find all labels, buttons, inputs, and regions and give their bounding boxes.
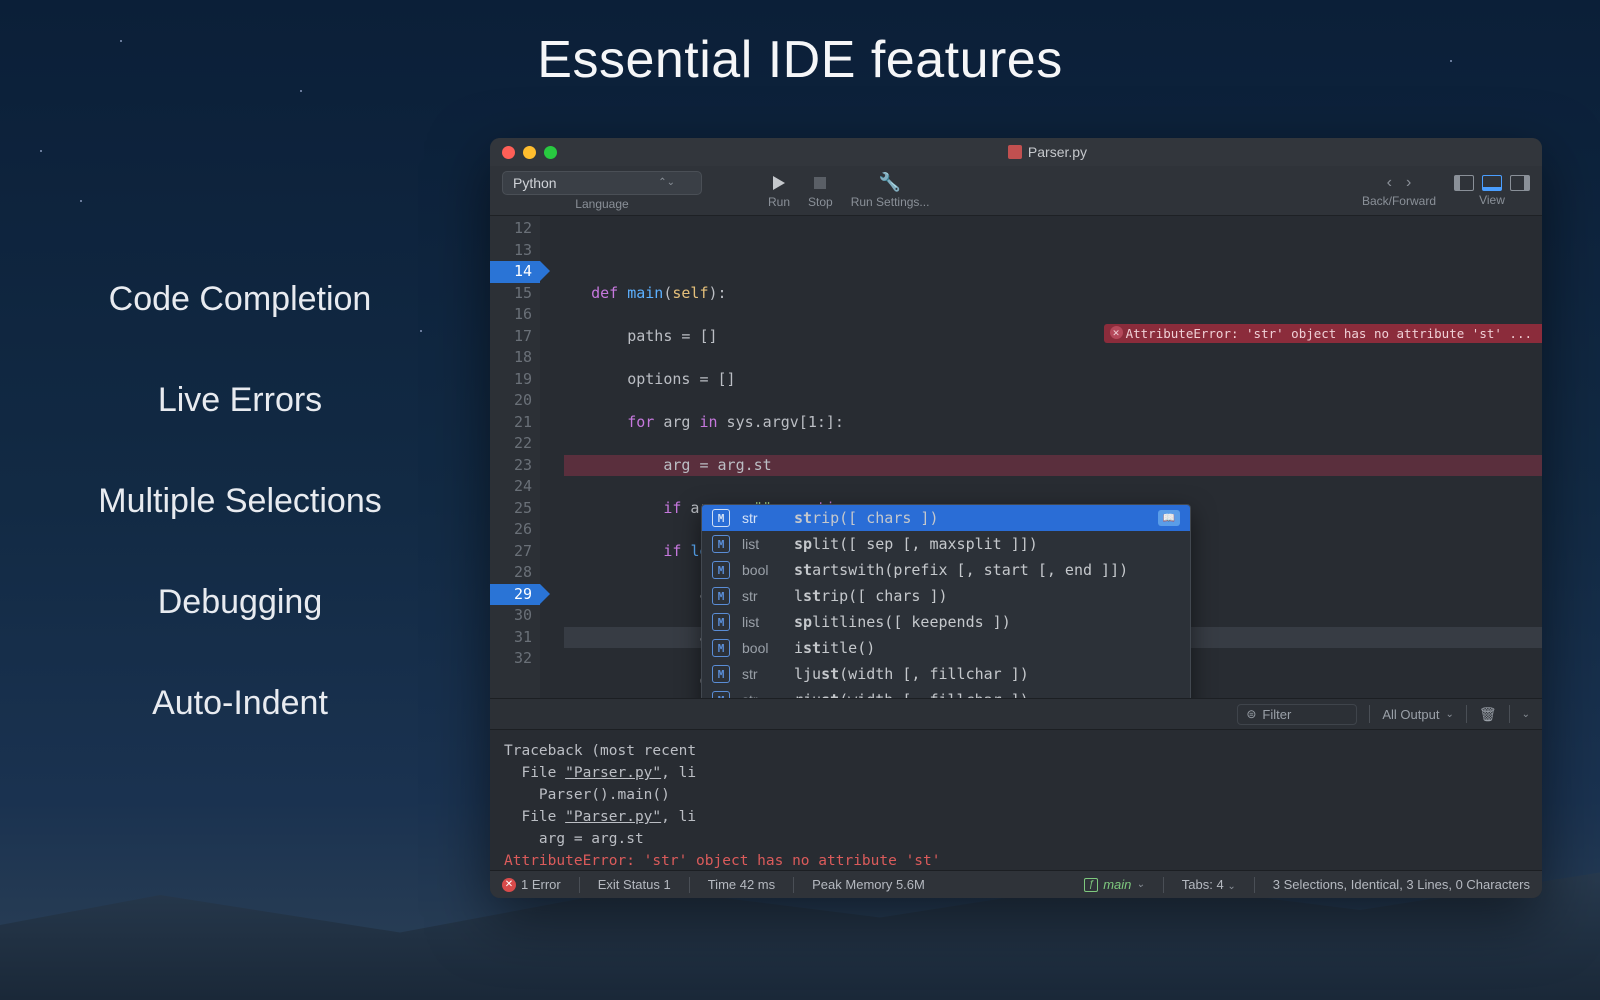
- stop-button[interactable]: [814, 177, 826, 189]
- run-label: Run: [768, 195, 790, 209]
- status-exit: Exit Status 1: [598, 877, 671, 892]
- autocomplete-item[interactable]: Mlist split([ sep [, maxsplit ]]): [702, 531, 1190, 557]
- method-icon: M: [712, 509, 730, 527]
- language-label: Language: [575, 197, 628, 211]
- autocomplete-item[interactable]: Mbool startswith(prefix [, start [, end …: [702, 557, 1190, 583]
- output-mode-select[interactable]: All Output⌄: [1382, 707, 1453, 722]
- view-editor-button[interactable]: [1482, 175, 1502, 191]
- feature-item: Auto-Indent: [60, 684, 420, 723]
- code-editor[interactable]: 1213141516171819202122232425262728293031…: [490, 216, 1542, 698]
- autocomplete-item[interactable]: M str strip([ chars ]) 📖: [702, 505, 1190, 531]
- console-output[interactable]: Traceback (most recent File "Parser.py",…: [490, 730, 1542, 870]
- window-title: Parser.py: [1028, 144, 1087, 160]
- error-icon: ✕: [502, 878, 516, 892]
- autocomplete-item[interactable]: Mstr ljust(width [, fillchar ]): [702, 661, 1190, 687]
- autocomplete-item[interactable]: Mbool istitle(): [702, 635, 1190, 661]
- view-left-panel-button[interactable]: [1454, 175, 1474, 191]
- file-icon: [1008, 145, 1022, 159]
- feature-item: Multiple Selections: [60, 482, 420, 521]
- status-tabs[interactable]: Tabs: 4 ⌄: [1182, 877, 1236, 892]
- ide-window: Parser.py Python⌃⌄ Language Run Stop 🔧 R…: [490, 138, 1542, 898]
- back-button[interactable]: ‹: [1387, 174, 1392, 192]
- stop-label: Stop: [808, 195, 833, 209]
- gutter: 1213141516171819202122232425262728293031…: [490, 216, 540, 698]
- chevron-updown-icon: ⌃⌄: [658, 177, 675, 188]
- view-right-panel-button[interactable]: [1510, 175, 1530, 191]
- autocomplete-item[interactable]: Mlist splitlines([ keepends ]): [702, 609, 1190, 635]
- status-selections: 3 Selections, Identical, 3 Lines, 0 Char…: [1273, 877, 1530, 892]
- status-time: Time 42 ms: [708, 877, 775, 892]
- status-errors[interactable]: ✕ 1 Error: [502, 877, 561, 892]
- autocomplete-item[interactable]: Mstr lstrip([ chars ]): [702, 583, 1190, 609]
- autocomplete-item[interactable]: Mstr rjust(width [, fillchar ]): [702, 687, 1190, 698]
- feature-item: Code Completion: [60, 280, 420, 319]
- close-icon[interactable]: [502, 146, 515, 159]
- language-select[interactable]: Python⌃⌄: [502, 171, 702, 195]
- minimize-icon[interactable]: [523, 146, 536, 159]
- inline-error-badge[interactable]: AttributeError: 'str' object has no attr…: [1104, 324, 1542, 343]
- run-button[interactable]: [773, 176, 785, 190]
- chevron-down-icon[interactable]: ⌄: [1522, 709, 1530, 720]
- status-function[interactable]: ƒ main⌄: [1084, 877, 1145, 892]
- hero-title: Essential IDE features: [0, 30, 1600, 90]
- function-icon: ƒ: [1084, 878, 1098, 892]
- run-settings-label: Run Settings...: [851, 195, 930, 209]
- filter-icon: ⊜: [1246, 707, 1256, 721]
- status-memory: Peak Memory 5.6M: [812, 877, 925, 892]
- maximize-icon[interactable]: [544, 146, 557, 159]
- filter-input[interactable]: ⊜ Filter: [1237, 704, 1357, 725]
- wrench-icon[interactable]: 🔧: [879, 172, 901, 193]
- view-label: View: [1479, 193, 1505, 207]
- feature-item: Debugging: [60, 583, 420, 622]
- doc-icon[interactable]: 📖: [1158, 510, 1180, 526]
- feature-item: Live Errors: [60, 381, 420, 420]
- forward-button[interactable]: ›: [1406, 174, 1411, 192]
- autocomplete-popup[interactable]: M str strip([ chars ]) 📖 Mlist split([ s…: [701, 504, 1191, 698]
- trash-icon[interactable]: 🗑: [1479, 706, 1497, 723]
- back-forward-label: Back/Forward: [1362, 194, 1436, 208]
